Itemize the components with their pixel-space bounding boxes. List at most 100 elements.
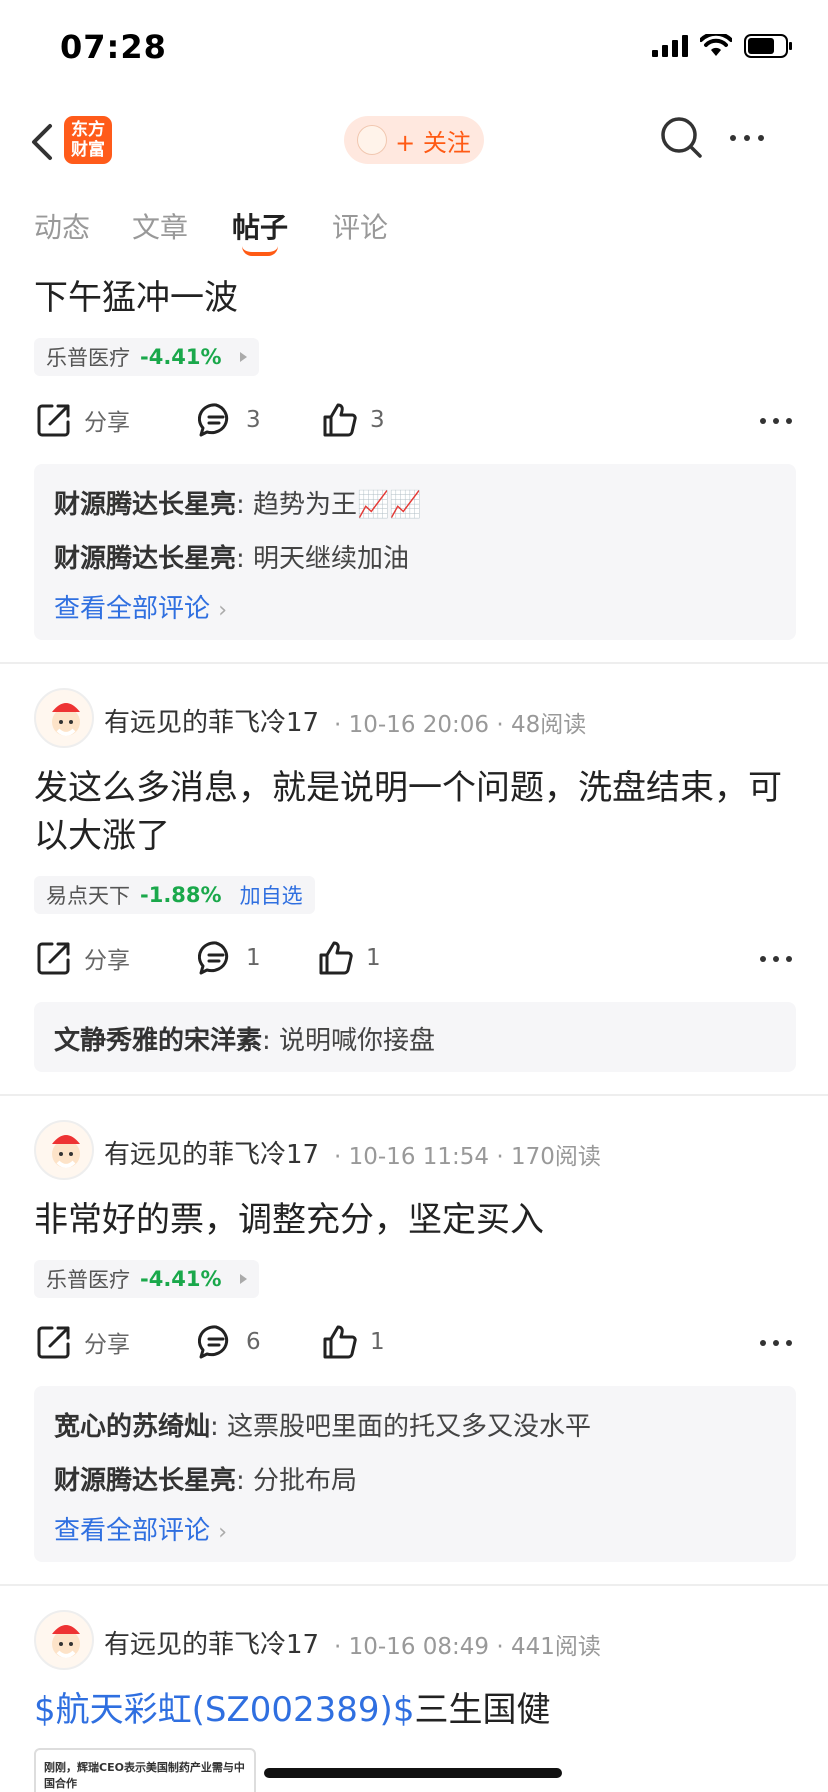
- share-button[interactable]: 分享: [36, 1324, 130, 1360]
- tab-articles[interactable]: 文章: [132, 206, 188, 246]
- comment-text: 说明喊你接盘: [279, 1026, 436, 1056]
- like-button[interactable]: 1: [318, 940, 381, 976]
- comment-preview[interactable]: 财源腾达长星亮: 趋势为王📈📈 财源腾达长星亮: 明天继续加油 查看全部评论 ›: [34, 464, 796, 640]
- status-bar: 07:28: [0, 0, 828, 100]
- post-meta: · 10-16 20:06 · 48阅读: [334, 712, 587, 738]
- follow-button[interactable]: + 关注: [344, 116, 484, 164]
- comment-icon: [198, 403, 229, 437]
- share-label: 分享: [84, 1332, 130, 1358]
- comment-sep: :: [262, 1026, 271, 1056]
- share-icon: [37, 404, 70, 437]
- comment-user: 财源腾达长星亮: [54, 490, 237, 520]
- search-icon[interactable]: [658, 114, 706, 162]
- tab-comments[interactable]: 评论: [332, 206, 388, 246]
- more-options-icon[interactable]: [730, 128, 774, 148]
- wifi-icon: [700, 34, 732, 56]
- battery-icon: [744, 34, 792, 58]
- avatar[interactable]: [34, 688, 94, 748]
- author-name[interactable]: 有远见的菲飞冷17: [104, 1134, 319, 1171]
- share-label: 分享: [84, 410, 130, 436]
- mascot-avatar-icon: [52, 1135, 80, 1168]
- comment-text: 明天继续加油: [253, 544, 410, 574]
- add-watchlist-button[interactable]: 加自选: [240, 880, 303, 910]
- comment-button[interactable]: 6: [198, 1324, 261, 1360]
- see-all-comments-link[interactable]: 查看全部评论 ›: [54, 1510, 227, 1547]
- comment-sep: :: [236, 1466, 245, 1496]
- share-button[interactable]: 分享: [36, 402, 130, 438]
- comment-line: 财源腾达长星亮: 趋势为王📈📈: [54, 484, 422, 521]
- post-actions: 分享 1 1: [0, 934, 828, 984]
- divider: [0, 662, 828, 664]
- more-icon[interactable]: [760, 956, 792, 962]
- see-all-label: 查看全部评论: [54, 1516, 211, 1546]
- stock-name: 乐普医疗: [46, 346, 130, 370]
- post-content[interactable]: 非常好的票，调整充分，坚定买入: [34, 1196, 794, 1244]
- comment-text: 这票股吧里面的托又多又没水平: [227, 1412, 592, 1442]
- post-meta: · 10-16 08:49 · 441阅读: [334, 1634, 601, 1660]
- post-content[interactable]: $航天彩虹(SZ002389)$三生国健: [34, 1686, 794, 1734]
- like-count: 3: [370, 407, 385, 433]
- comment-icon: [198, 941, 229, 975]
- post-actions: 分享 3 3: [0, 396, 828, 446]
- like-count: 1: [366, 945, 381, 971]
- author-name[interactable]: 有远见的菲飞冷17: [104, 1624, 319, 1661]
- mascot-avatar-icon: [52, 1625, 80, 1658]
- comment-icon: [198, 1325, 229, 1359]
- comment-user: 文静秀雅的宋洋素: [54, 1026, 263, 1056]
- see-all-label: 查看全部评论: [54, 594, 211, 624]
- comment-text: 趋势为王📈📈: [253, 490, 422, 520]
- comment-button[interactable]: 3: [198, 402, 261, 438]
- logo-text: 东方财富: [71, 120, 105, 160]
- thumbs-up-icon: [319, 941, 353, 975]
- comment-line: 宽心的苏绮灿: 这票股吧里面的托又多又没水平: [54, 1406, 591, 1443]
- back-arrow-icon[interactable]: [24, 118, 60, 166]
- author-name[interactable]: 有远见的菲飞冷17: [104, 702, 319, 739]
- like-button[interactable]: 1: [322, 1324, 385, 1360]
- comment-count: 1: [246, 945, 261, 971]
- chevron-right-icon: ›: [218, 598, 228, 623]
- share-icon: [37, 1326, 70, 1359]
- thumbs-up-icon: [323, 1325, 357, 1359]
- mascot-avatar-icon: [52, 703, 80, 736]
- home-indicator[interactable]: [264, 1768, 562, 1778]
- see-all-comments-link[interactable]: 查看全部评论 ›: [54, 588, 227, 625]
- post-content[interactable]: 下午猛冲一波: [34, 274, 794, 322]
- like-button[interactable]: 3: [322, 402, 385, 438]
- news-title: 刚刚，辉瑞CEO表示美国制药产业需与中国合作: [44, 1761, 245, 1790]
- stock-change: -4.41%: [140, 345, 222, 369]
- stock-tag[interactable]: 乐普医疗 -4.41%: [34, 338, 259, 376]
- tab-posts[interactable]: 帖子: [232, 206, 288, 246]
- divider: [0, 1094, 828, 1096]
- thumbs-up-icon: [323, 403, 357, 437]
- comment-user: 宽心的苏绮灿: [54, 1412, 211, 1442]
- stock-tag[interactable]: 乐普医疗 -4.41%: [34, 1260, 259, 1298]
- comment-line: 财源腾达长星亮: 明天继续加油: [54, 538, 409, 575]
- comment-line: 文静秀雅的宋洋素: 说明喊你接盘: [54, 1020, 435, 1057]
- avatar[interactable]: [34, 1120, 94, 1180]
- app-logo[interactable]: 东方财富: [64, 116, 112, 164]
- stock-change: -1.88%: [140, 883, 222, 907]
- more-icon[interactable]: [760, 1340, 792, 1346]
- stock-change: -4.41%: [140, 1267, 222, 1291]
- comment-text: 分批布局: [253, 1466, 358, 1496]
- avatar[interactable]: [34, 1610, 94, 1670]
- post-content[interactable]: 发这么多消息，就是说明一个问题，洗盘结束，可以大涨了: [34, 764, 794, 860]
- active-tab-indicator: [242, 246, 278, 256]
- share-button[interactable]: 分享: [36, 940, 130, 976]
- top-nav: 东方财富 + 关注: [0, 100, 828, 184]
- comment-line: 财源腾达长星亮: 分批布局: [54, 1460, 357, 1497]
- share-icon: [37, 942, 70, 975]
- tab-dynamics[interactable]: 动态: [34, 206, 90, 246]
- stock-tag[interactable]: 易点天下 -1.88% 加自选: [34, 876, 315, 914]
- news-thumbnail[interactable]: 刚刚，辉瑞CEO表示美国制药产业需与中国合作: [34, 1748, 256, 1792]
- comment-count: 3: [246, 407, 261, 433]
- comment-user: 财源腾达长星亮: [54, 544, 237, 574]
- profile-tabs: 动态 文章 帖子 评论: [0, 196, 828, 256]
- comment-preview[interactable]: 文静秀雅的宋洋素: 说明喊你接盘: [34, 1002, 796, 1072]
- share-label: 分享: [84, 948, 130, 974]
- comment-preview[interactable]: 宽心的苏绮灿: 这票股吧里面的托又多又没水平 财源腾达长星亮: 分批布局 查看全…: [34, 1386, 796, 1562]
- stock-link[interactable]: $航天彩虹(SZ002389)$: [34, 1690, 414, 1730]
- more-icon[interactable]: [760, 418, 792, 424]
- like-count: 1: [370, 1329, 385, 1355]
- comment-button[interactable]: 1: [198, 940, 261, 976]
